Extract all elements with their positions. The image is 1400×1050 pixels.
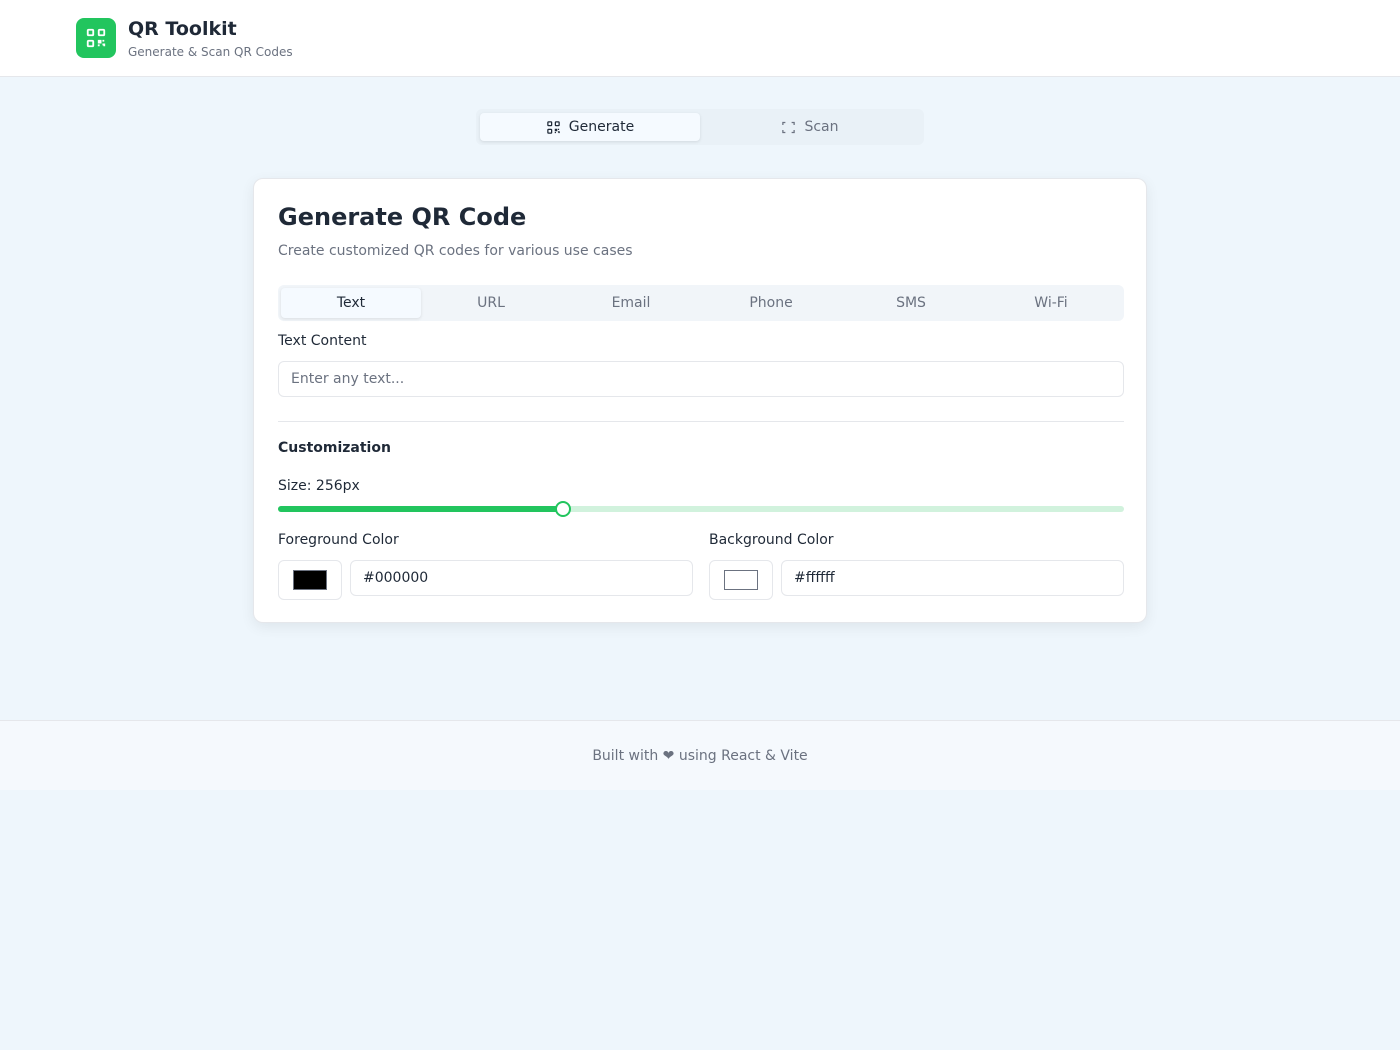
tab-url[interactable]: URL — [421, 288, 561, 318]
main-tabs: Generate Scan — [476, 109, 924, 145]
footer-text: Built with ❤ using React & Vite — [592, 747, 808, 764]
tab-text[interactable]: Text — [281, 288, 421, 318]
foreground-color-swatch — [293, 570, 327, 590]
tab-sms[interactable]: SMS — [841, 288, 981, 318]
text-content-input[interactable] — [278, 361, 1124, 397]
foreground-color-input[interactable] — [350, 560, 693, 596]
foreground-color-label: Foreground Color — [278, 532, 399, 548]
size-slider-fill — [278, 506, 564, 512]
background-color-picker[interactable] — [709, 560, 773, 600]
tab-generate-label: Generate — [568, 119, 635, 135]
tab-email[interactable]: Email — [561, 288, 701, 318]
card-title: Generate QR Code — [278, 203, 527, 231]
qr-code-icon — [86, 28, 106, 48]
tab-generate[interactable]: Generate — [480, 113, 700, 141]
size-slider[interactable] — [278, 501, 1124, 517]
card-description: Create customized QR codes for various u… — [278, 243, 633, 259]
app-header: QR Toolkit Generate & Scan QR Codes — [0, 0, 1400, 77]
size-slider-thumb[interactable] — [555, 501, 572, 517]
qr-type-tabs: Text URL Email Phone SMS Wi-Fi — [278, 285, 1124, 321]
text-content-label: Text Content — [278, 333, 367, 349]
app-subtitle: Generate & Scan QR Codes — [128, 45, 293, 59]
background-color-input[interactable] — [781, 560, 1124, 596]
qr-code-icon — [547, 120, 560, 134]
customization-title: Customization — [278, 440, 391, 456]
size-label: Size: 256px — [278, 478, 360, 494]
app-title: QR Toolkit — [128, 18, 237, 40]
generator-card: Generate QR Code Create customized QR co… — [253, 178, 1147, 623]
tab-scan-label: Scan — [804, 119, 839, 135]
foreground-color-picker[interactable] — [278, 560, 342, 600]
tab-phone[interactable]: Phone — [701, 288, 841, 318]
background-color-swatch — [724, 570, 758, 590]
app-logo — [76, 18, 116, 58]
background-color-label: Background Color — [709, 532, 834, 548]
tab-wifi[interactable]: Wi-Fi — [981, 288, 1121, 318]
section-divider — [278, 421, 1124, 422]
tab-scan[interactable]: Scan — [700, 113, 920, 141]
scan-frame-icon — [782, 121, 796, 133]
page-footer: Built with ❤ using React & Vite — [0, 720, 1400, 790]
